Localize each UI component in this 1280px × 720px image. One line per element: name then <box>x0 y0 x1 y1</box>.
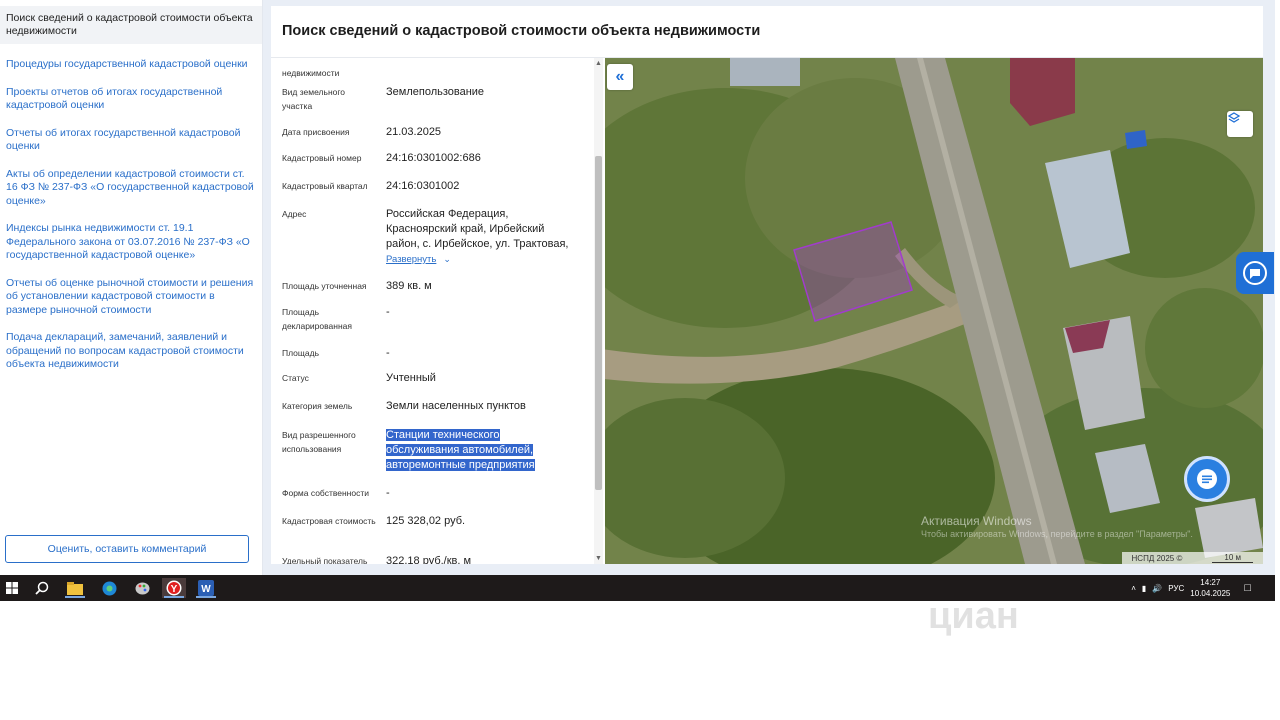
scroll-down-arrow-icon[interactable]: ▼ <box>594 554 603 563</box>
attr-label-date: Дата присвоения <box>282 127 350 137</box>
sidebar-item-active[interactable]: Поиск сведений о кадастровой стоимости о… <box>0 6 262 44</box>
notifications-icon[interactable]: □ <box>1244 582 1251 594</box>
windows-start-icon[interactable] <box>0 578 24 598</box>
map-view[interactable]: « Активация Windows Чтобы активировать W… <box>605 58 1263 564</box>
svg-text:Y: Y <box>171 584 178 595</box>
sidebar-item-report-drafts[interactable]: Проекты отчетов об итогах государственно… <box>0 86 262 113</box>
attr-value-cad-quarter: 24:16:0301002 <box>386 180 460 192</box>
attr-label-land-kind: Вид земельного участка <box>282 87 346 111</box>
clock[interactable]: 14:27 10.04.2025 <box>1190 577 1230 599</box>
expand-link[interactable]: Развернуть <box>386 254 436 265</box>
attr-value-address: Российская Федерация, Красноярский край,… <box>386 207 581 267</box>
attr-label-cad-cost: Кадастровая стоимость <box>282 516 376 526</box>
yandex-browser-icon[interactable]: Y <box>162 578 186 598</box>
permitted-use-line: обслуживания автомобилей, <box>386 444 534 456</box>
tray-chevron-up-icon[interactable]: ˄ <box>1131 584 1136 593</box>
attr-value-area: - <box>386 347 390 359</box>
search-panel: Поиск сведений о кадастровой стоимости о… <box>271 6 1263 564</box>
attr-label-specific: Удельный показатель <box>282 556 368 564</box>
sidebar-item-procedures[interactable]: Процедуры государственной кадастровой оц… <box>0 58 262 72</box>
file-explorer-icon[interactable] <box>63 578 87 598</box>
scrollbar-thumb[interactable] <box>595 156 602 490</box>
attr-value-status: Учтенный <box>386 372 436 384</box>
scroll-up-arrow-icon[interactable]: ▲ <box>594 59 603 68</box>
rate-comment-button[interactable]: Оценить, оставить комментарий <box>5 535 249 563</box>
paint-app-icon[interactable] <box>130 578 154 598</box>
attr-label-area-specified: Площадь уточненная <box>282 281 367 291</box>
attr-label-permitted-use: Вид разрешенного использования <box>282 430 356 454</box>
clock-time: 14:27 <box>1200 578 1221 587</box>
attribution-text: НСПД 2025 © <box>1131 553 1183 563</box>
feedback-icon <box>1243 261 1267 285</box>
language-indicator[interactable]: РУС <box>1168 584 1184 593</box>
attr-label-area-declared: Площадь декларированная <box>282 307 352 331</box>
map-attribution: НСПД 2025 © 10 м <box>1121 552 1263 564</box>
cian-watermark: циан <box>928 595 1019 637</box>
sidebar-item-reports[interactable]: Отчеты об итогах государственной кадастр… <box>0 127 262 154</box>
chat-icon <box>1197 469 1217 489</box>
windows-activation-subtitle: Чтобы активировать Windows, перейдите в … <box>921 529 1193 539</box>
windows-activation-title: Активация Windows <box>921 514 1032 528</box>
sidebar: Поиск сведений о кадастровой стоимости о… <box>0 0 263 575</box>
svg-text:W: W <box>201 584 211 595</box>
layers-icon <box>1227 112 1241 123</box>
permitted-use-line: авторемонтные предприятия <box>386 459 535 471</box>
attr-value-category: Земли населенных пунктов <box>386 400 526 412</box>
attr-label-ownership: Форма собственности <box>282 488 369 498</box>
page-title: Поиск сведений о кадастровой стоимости о… <box>282 23 761 39</box>
attr-value-ownership: - <box>386 487 390 499</box>
attr-value-permitted-use[interactable]: Станции технического обслуживания автомо… <box>386 428 586 473</box>
layers-button[interactable] <box>1227 111 1253 137</box>
attr-value-area-declared: - <box>386 306 390 318</box>
attr-label-category: Категория земель <box>282 401 353 411</box>
attr-value-specific: 322,18 руб./кв. м <box>386 555 472 564</box>
attr-label-address: Адрес <box>282 209 307 219</box>
network-icon[interactable]: ▮ <box>1142 584 1146 593</box>
attr-value-cad-cost: 125 328,02 руб. <box>386 515 466 527</box>
permitted-use-line: Станции технического <box>386 429 500 441</box>
sidebar-item-market-reports[interactable]: Отчеты об оценке рыночной стоимости и ре… <box>0 277 262 318</box>
attr-label-cad-number: Кадастровый номер <box>282 153 362 163</box>
attribute-scrollbar[interactable]: ▲ ▼ <box>594 58 603 564</box>
attr-value-area-specified: 389 кв. м <box>386 280 432 292</box>
attr-label-area: Площадь <box>282 348 320 358</box>
edge-browser-icon[interactable] <box>97 578 121 598</box>
attr-value-date: 21.03.2025 <box>386 126 442 138</box>
word-app-icon[interactable]: W <box>194 578 218 598</box>
sidebar-item-acts[interactable]: Акты об определении кадастровой стоимост… <box>0 168 262 209</box>
gosuslugi-feedback-button[interactable] <box>1236 252 1274 294</box>
scale-bar: 10 м <box>1212 553 1253 563</box>
satellite-imagery <box>605 58 1263 564</box>
attr-value-land-kind: Землепользование <box>386 86 485 98</box>
attr-label-cut: недвижимости <box>282 68 340 78</box>
address-text: Российская Федерация, Красноярский край,… <box>386 208 569 250</box>
attribute-list: недвижимости Вид земельного участка Земл… <box>271 58 593 564</box>
clock-date: 10.04.2025 <box>1190 589 1231 598</box>
chevron-down-icon[interactable]: ⌄ <box>443 254 451 264</box>
sidebar-item-declarations[interactable]: Подача деклараций, замечаний, заявлений … <box>0 331 262 372</box>
search-icon[interactable] <box>30 578 54 598</box>
collapse-panel-button[interactable]: « <box>607 64 633 90</box>
attr-value-cad-number: 24:16:0301002:686 <box>386 152 481 164</box>
system-tray: ˄ ▮ 🔊 РУС 14:27 10.04.2025 □ <box>1131 575 1251 601</box>
chat-button[interactable] <box>1184 456 1230 502</box>
attr-label-status: Статус <box>282 373 309 383</box>
sidebar-item-indexes[interactable]: Индексы рынка недвижимости ст. 19.1 Феде… <box>0 222 262 263</box>
attr-label-cad-quarter: Кадастровый квартал <box>282 181 368 191</box>
volume-icon[interactable]: 🔊 <box>1152 584 1162 593</box>
windows-taskbar: Y W ˄ ▮ 🔊 РУС 14:27 10.04.2025 □ <box>0 575 1275 601</box>
scale-label: 10 м <box>1224 553 1241 562</box>
double-chevron-left-icon: « <box>615 68 625 85</box>
